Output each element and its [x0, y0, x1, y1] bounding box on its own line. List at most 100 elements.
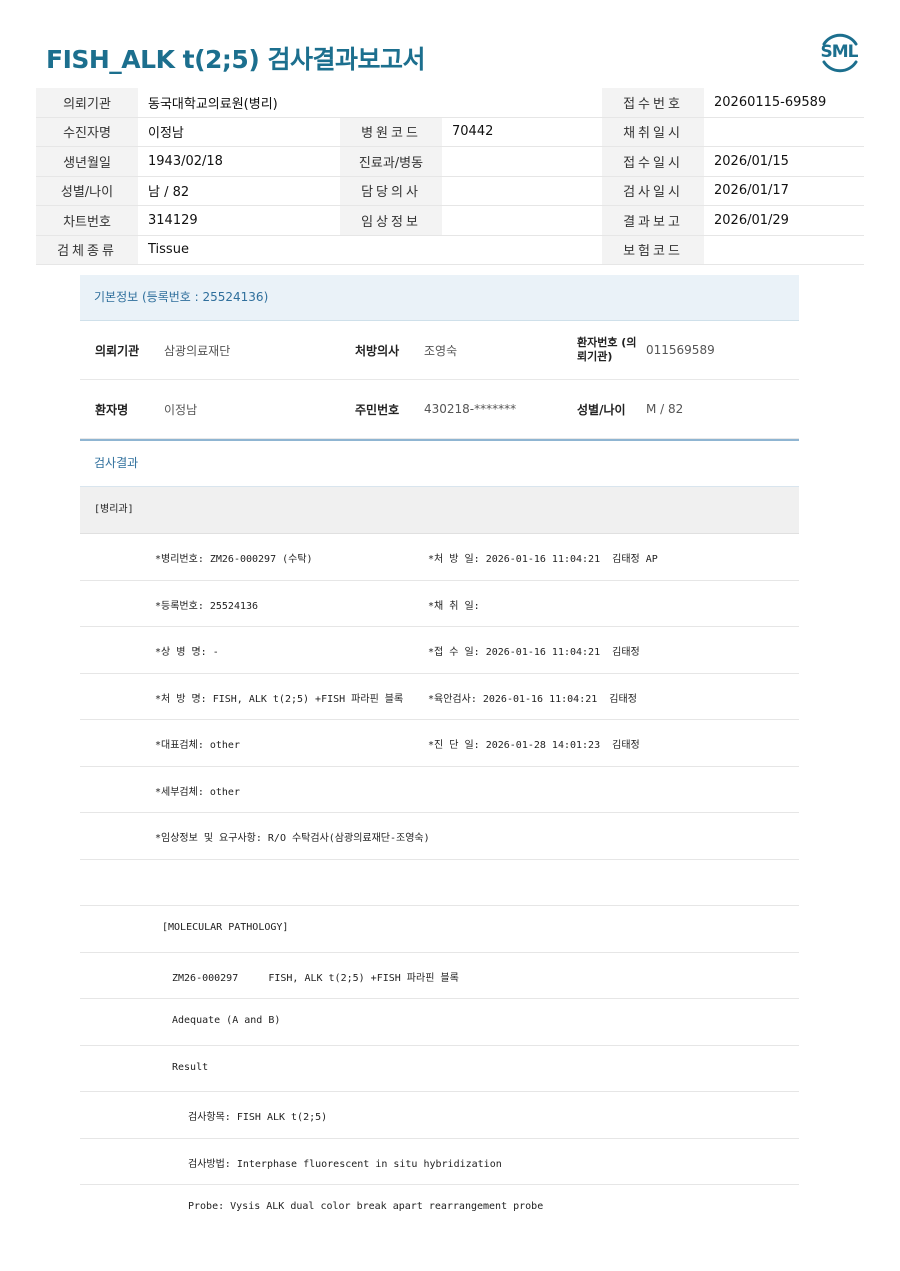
header-value	[442, 235, 602, 265]
header-value: 20260115-69589	[704, 88, 864, 118]
result-rows: *병리번호: ZM26-000297 (수탁) *처 방 일: 2026-01-1…	[80, 534, 799, 906]
result-line: 검사방법: Interphase fluorescent in situ hyb…	[80, 1139, 799, 1185]
result-row: *처 방 명: FISH, ALK t(2;5) +FISH 파라핀 블록 *육안…	[80, 674, 799, 720]
result-line-text: Result	[172, 1061, 209, 1073]
patient-no-value: 011569589	[646, 343, 715, 357]
sex-age-value: M / 82	[646, 402, 684, 416]
header-label	[340, 88, 442, 118]
sex-age-label: 성별/나이	[577, 402, 626, 417]
header-row: 생년월일 1943/02/18 진료과/병동 접수일시 2026/01/15	[36, 146, 864, 177]
result-row: *대표검체: other *진 단 일: 2026-01-28 14:01:23 …	[80, 720, 799, 767]
header-value	[442, 205, 602, 236]
header-label: 생년월일	[36, 146, 138, 177]
header-value: 70442	[442, 117, 602, 147]
result-field-right: *육안검사: 2026-01-16 11:04:21 김태정	[428, 693, 637, 705]
header-row: 수진자명 이정남 병원코드 70442 채취일시	[36, 117, 864, 147]
result-field-right: *처 방 일: 2026-01-16 11:04:21 김태정 AP	[428, 554, 658, 565]
sml-logo: SML	[816, 30, 862, 76]
result-line: ZM26-000297 FISH, ALK t(2;5) +FISH 파라핀 블…	[80, 953, 799, 999]
result-field-left: *임상정보 및 요구사항: R/O 수탁검사(삼광의료재단-조영숙)	[155, 833, 430, 844]
result-line-text: Adequate (A and B)	[172, 1015, 281, 1026]
result-line: Adequate (A and B)	[80, 999, 799, 1046]
header-label: 결과보고	[602, 205, 704, 236]
header-label: 병원코드	[340, 117, 442, 147]
header-value: 이정남	[138, 117, 340, 147]
result-field-right: *접 수 일: 2026-01-16 11:04:21 김태정	[428, 647, 640, 658]
header-label: 보험코드	[602, 235, 704, 265]
header-label: 검사일시	[602, 176, 704, 206]
header-row: 성별/나이 남 / 82 담당의사 검사일시 2026/01/17	[36, 176, 864, 206]
result-field-left: *등록번호: 25524136	[155, 600, 259, 612]
header-label: 진료과/병동	[340, 146, 442, 177]
header-value: Tissue	[138, 235, 340, 265]
patient-no-label: 환자번호 (의뢰기관)	[577, 336, 637, 363]
result-row: *등록번호: 25524136 *채 취 일:	[80, 581, 799, 627]
header-value: 동국대학교의료원(병리)	[138, 88, 340, 118]
result-line: Result	[80, 1046, 799, 1092]
header-value	[442, 146, 602, 177]
result-field-left: *상 병 명: -	[155, 647, 219, 658]
header-label: 의뢰기관	[36, 88, 138, 118]
header-label: 접수일시	[602, 146, 704, 177]
institution-label: 의뢰기관	[95, 343, 140, 358]
result-heading: 검사결과	[80, 439, 799, 487]
header-value: 2026/01/29	[704, 205, 864, 236]
header-label: 채취일시	[602, 117, 704, 147]
report-panel: 기본정보 (등록번호 : 25524136) 의뢰기관 삼광의료재단 처방의사 …	[80, 275, 799, 1231]
header-label: 담당의사	[340, 176, 442, 206]
doctor-label: 처방의사	[355, 343, 400, 358]
basic-info-heading: 기본정보 (등록번호 : 25524136)	[80, 275, 799, 321]
result-row	[80, 860, 799, 906]
institution-value: 삼광의료재단	[164, 343, 231, 358]
basic-info-row-2: 환자명 이정남 주민번호 430218-******* 성별/나이 M / 82	[80, 380, 799, 439]
result-row: *임상정보 및 요구사항: R/O 수탁검사(삼광의료재단-조영숙)	[80, 813, 799, 860]
header-value	[442, 176, 602, 206]
header-value: 1943/02/18	[138, 146, 340, 177]
result-line: Probe: Vysis ALK dual color break apart …	[80, 1185, 799, 1231]
result-line-text: [MOLECULAR PATHOLOGY]	[162, 922, 289, 933]
header-label	[340, 235, 442, 265]
result-line-text: 검사방법: Interphase fluorescent in situ hyb…	[188, 1158, 502, 1170]
header-value: 2026/01/17	[704, 176, 864, 206]
header-label: 성별/나이	[36, 176, 138, 206]
header-value: 2026/01/15	[704, 146, 864, 177]
header-row: 차트번호 314129 임상정보 결과보고 2026/01/29	[36, 205, 864, 236]
result-line: [MOLECULAR PATHOLOGY]	[80, 906, 799, 953]
report-header-table: 의뢰기관 동국대학교의료원(병리) 접수번호 20260115-69589 수진자명 이정…	[36, 88, 864, 265]
patient-name-value: 이정남	[164, 402, 198, 417]
report-title: FISH_ALK t(2;5) 검사결과보고서	[46, 45, 425, 74]
header-label: 임상정보	[340, 205, 442, 236]
result-line-text: Probe: Vysis ALK dual color break apart …	[188, 1201, 544, 1212]
department-row: [병리과]	[80, 487, 799, 534]
result-row: *세부검체: other	[80, 767, 799, 813]
result-field-left: *처 방 명: FISH, ALK t(2;5) +FISH 파라핀 블록	[155, 693, 404, 705]
rrn-value: 430218-*******	[424, 402, 517, 416]
result-lines: [MOLECULAR PATHOLOGY] ZM26-000297 FISH, A…	[80, 906, 799, 1231]
rrn-label: 주민번호	[355, 402, 400, 417]
header-value: 남 / 82	[138, 176, 340, 206]
patient-name-label: 환자명	[95, 402, 129, 417]
result-row: *병리번호: ZM26-000297 (수탁) *처 방 일: 2026-01-1…	[80, 534, 799, 581]
result-field-right: *진 단 일: 2026-01-28 14:01:23 김태정	[428, 740, 640, 751]
result-line-text: ZM26-000297 FISH, ALK t(2;5) +FISH 파라핀 블…	[172, 972, 459, 984]
result-field-right: *채 취 일:	[428, 600, 480, 612]
basic-info-row-1: 의뢰기관 삼광의료재단 처방의사 조영숙 환자번호 (의뢰기관) 0115695…	[80, 321, 799, 380]
header-label: 접수번호	[602, 88, 704, 118]
result-row: *상 병 명: - *접 수 일: 2026-01-16 11:04:21 김태정	[80, 627, 799, 674]
result-line-text: 검사항목: FISH ALK t(2;5)	[188, 1112, 328, 1123]
result-field-left: *세부검체: other	[155, 786, 240, 798]
result-field-left: *대표검체: other	[155, 740, 240, 751]
header-value	[704, 235, 864, 265]
logo-text: SML	[820, 42, 859, 62]
header-row: 검체종류 Tissue 보험코드	[36, 235, 864, 265]
header-value	[442, 88, 602, 118]
header-value	[704, 117, 864, 147]
header-label: 검체종류	[36, 235, 138, 265]
header-label: 수진자명	[36, 117, 138, 147]
result-line: 검사항목: FISH ALK t(2;5)	[80, 1092, 799, 1139]
header-row: 의뢰기관 동국대학교의료원(병리) 접수번호 20260115-69589	[36, 88, 864, 118]
header-label: 차트번호	[36, 205, 138, 236]
header-value: 314129	[138, 205, 340, 236]
result-field-left: *병리번호: ZM26-000297 (수탁)	[155, 554, 313, 565]
doctor-value: 조영숙	[424, 343, 458, 358]
